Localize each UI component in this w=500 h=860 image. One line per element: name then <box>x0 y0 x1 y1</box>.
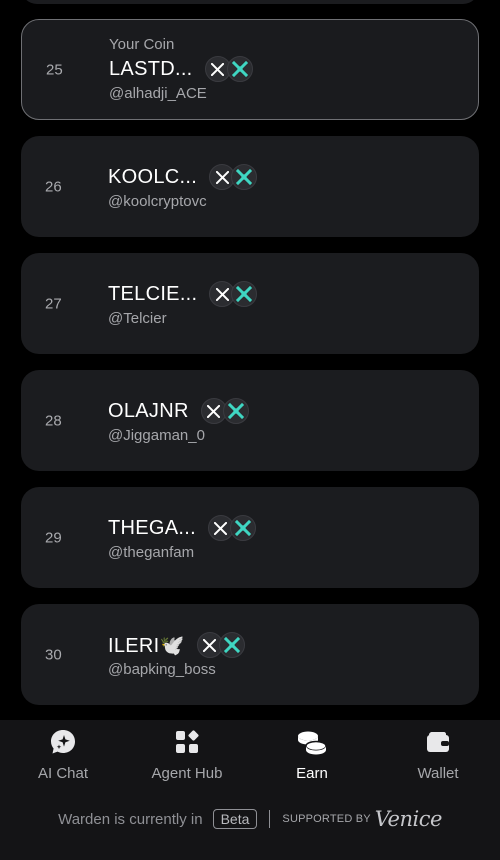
coin-name: ILERI🕊️ <box>108 634 185 657</box>
nav-item-ai-chat[interactable]: AI Chat <box>13 728 113 782</box>
status-text: Warden is currently in <box>58 810 203 828</box>
nav-label: Wallet <box>417 765 459 782</box>
nav-item-earn[interactable]: Earn <box>262 728 362 782</box>
cross-logo-icon[interactable] <box>231 164 258 190</box>
wallet-icon <box>388 728 488 756</box>
rank-number: 25 <box>46 61 63 78</box>
coin-name: KOOLC... <box>108 165 198 188</box>
agent-hub-icon <box>137 728 237 756</box>
cross-logo-icon[interactable] <box>231 281 258 307</box>
cross-logo-icon[interactable] <box>229 515 256 541</box>
nav-label: Agent Hub <box>151 765 223 782</box>
bottom-bar: AI Chat Agent Hub Earn Wallet Warden is … <box>0 720 500 860</box>
user-handle: @Telcier <box>108 310 167 327</box>
nav-label: Earn <box>296 765 328 782</box>
rank-number: 26 <box>45 178 62 195</box>
user-handle: @alhadji_ACE <box>109 85 207 102</box>
venice-logo[interactable]: Venice <box>375 807 443 831</box>
your-coin-label: Your Coin <box>109 36 175 53</box>
cross-logo-icon[interactable] <box>218 632 245 658</box>
leaderboard-row[interactable]: 30 ILERI🕊️ @bapking_boss <box>21 604 479 705</box>
beta-badge: Beta <box>212 809 258 829</box>
leaderboard-row[interactable]: 29 THEGA... @theganfam <box>21 487 479 588</box>
leaderboard-row[interactable]: 27 TELCIE... @Telcier <box>21 253 479 354</box>
coin-name: TELCIE... <box>108 282 198 305</box>
rank-number: 28 <box>45 412 62 429</box>
supported-by-label: SUPPORTED BY <box>282 813 371 825</box>
nav-item-wallet[interactable]: Wallet <box>388 728 488 782</box>
coin-name: OLAJNR <box>108 399 189 422</box>
user-handle: @bapking_boss <box>108 661 216 678</box>
coin-name: LASTD... <box>109 57 193 80</box>
coin-name: THEGA... <box>108 516 196 539</box>
beta-footer: Warden is currently in Beta SUPPORTED BY… <box>0 806 500 832</box>
ai-chat-icon <box>13 728 113 756</box>
leaderboard-row-your-coin[interactable]: 25 Your Coin LASTD... @alhadji_ACE <box>21 19 479 120</box>
nav-label: AI Chat <box>37 765 89 782</box>
divider <box>269 810 271 828</box>
nav-item-agent-hub[interactable]: Agent Hub <box>137 728 237 782</box>
rank-number: 29 <box>45 529 62 546</box>
leaderboard-row[interactable]: 26 KOOLC... @koolcryptovc <box>21 136 479 237</box>
bottom-nav: AI Chat Agent Hub Earn Wallet <box>0 720 500 792</box>
cross-logo-icon[interactable] <box>222 398 249 424</box>
previous-card-edge <box>21 0 479 4</box>
rank-number: 27 <box>45 295 62 312</box>
rank-number: 30 <box>45 646 62 663</box>
user-handle: @Jiggaman_0 <box>108 427 205 444</box>
leaderboard-row[interactable]: 28 OLAJNR @Jiggaman_0 <box>21 370 479 471</box>
cross-logo-icon[interactable] <box>226 56 253 82</box>
user-handle: @theganfam <box>108 544 195 561</box>
coins-icon <box>262 728 362 756</box>
user-handle: @koolcryptovc <box>108 193 207 210</box>
